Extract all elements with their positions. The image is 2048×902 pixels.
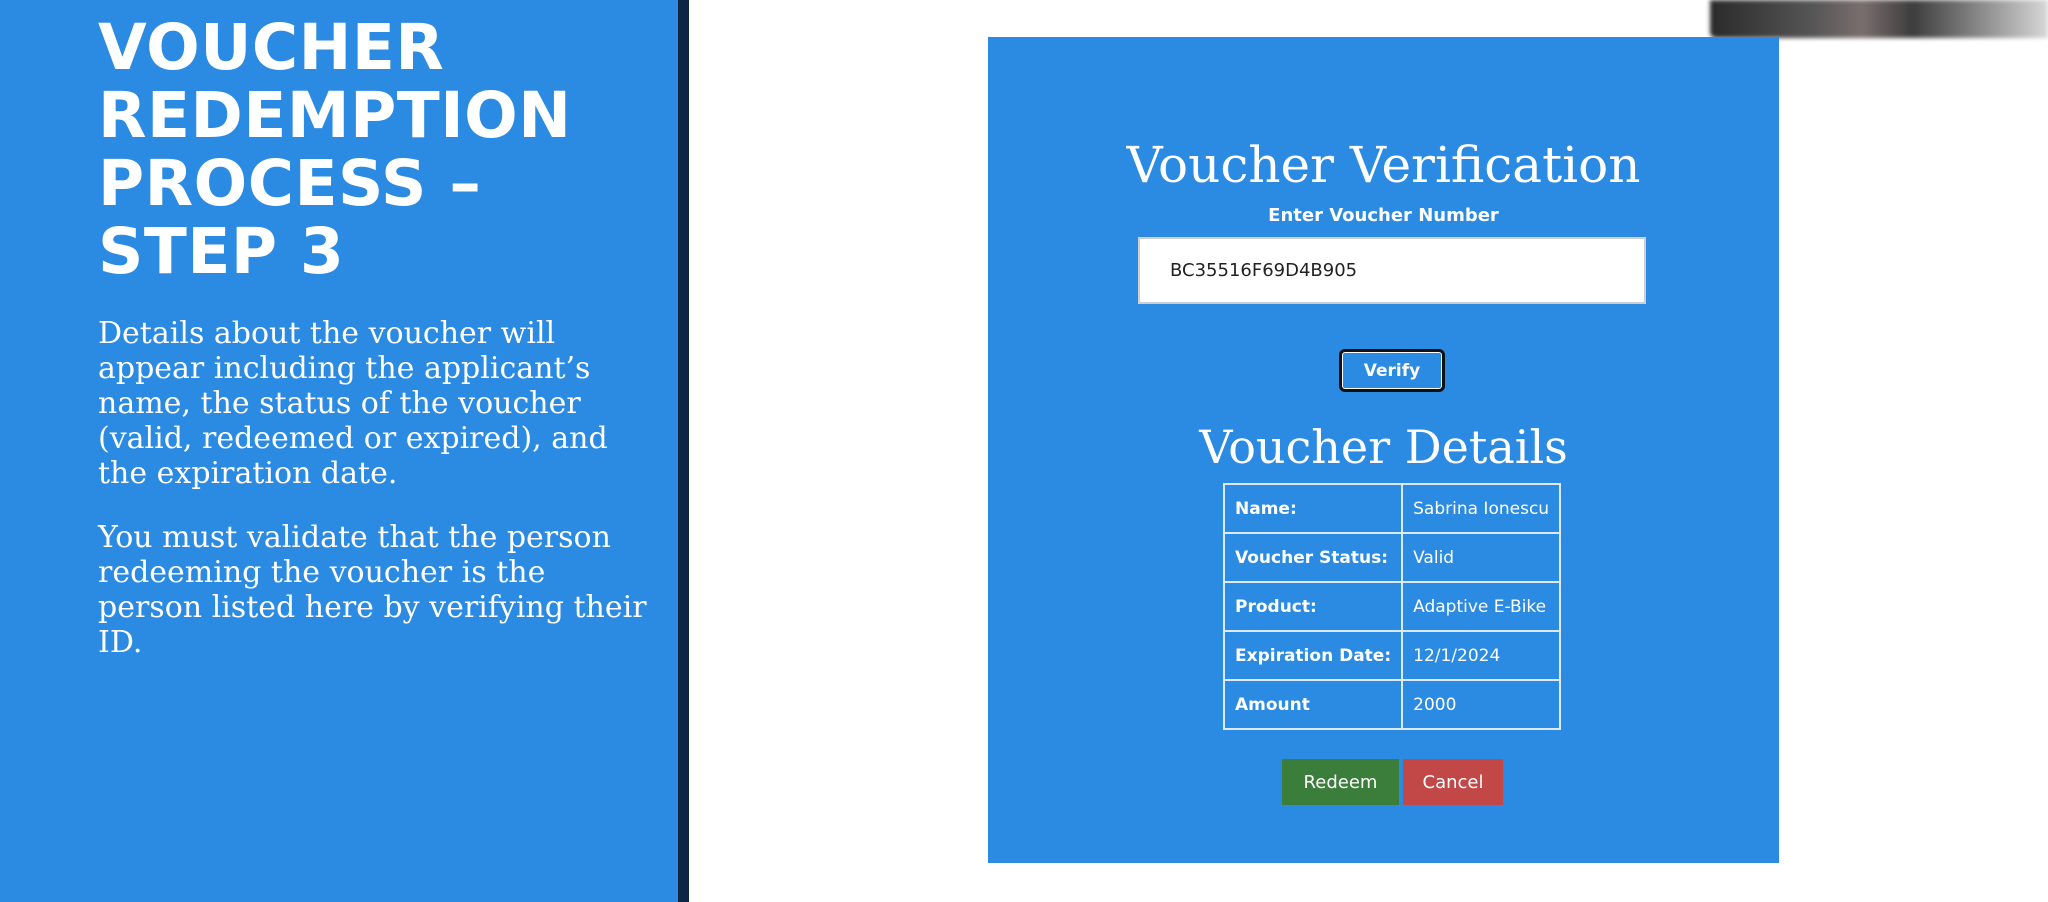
left-text-panel: VOUCHER REDEMPTION PROCESS – STEP 3 Deta… xyxy=(0,0,678,902)
detail-key: Expiration Date: xyxy=(1222,630,1404,681)
slide: VOUCHER REDEMPTION PROCESS – STEP 3 Deta… xyxy=(0,0,2048,902)
redeem-button[interactable]: Redeem xyxy=(1282,759,1399,805)
table-row: Voucher Status: Valid xyxy=(1222,532,1562,583)
voucher-app-panel: Voucher Verification Enter Voucher Numbe… xyxy=(988,37,1779,863)
panel-divider xyxy=(678,0,689,902)
app-title: Voucher Verification xyxy=(1126,136,1641,194)
cancel-button[interactable]: Cancel xyxy=(1403,759,1503,805)
voucher-number-input[interactable] xyxy=(1138,237,1646,304)
verify-button[interactable]: Verify xyxy=(1339,349,1445,392)
slide-title-line: VOUCHER xyxy=(98,11,445,84)
slide-paragraph: You must validate that the person redeem… xyxy=(98,520,647,660)
voucher-details-title: Voucher Details xyxy=(1199,420,1568,474)
table-row: Name: Sabrina Ionescu xyxy=(1222,483,1562,534)
slide-title-line: REDEMPTION xyxy=(98,79,572,152)
detail-value: 12/1/2024 xyxy=(1401,630,1562,681)
detail-key: Product: xyxy=(1222,581,1404,632)
detail-value: Adaptive E-Bike xyxy=(1401,581,1562,632)
detail-value: 2000 xyxy=(1401,679,1562,730)
table-row: Amount 2000 xyxy=(1222,679,1562,730)
detail-key: Voucher Status: xyxy=(1222,532,1404,583)
slide-title-line: STEP 3 xyxy=(98,215,345,288)
detail-key: Name: xyxy=(1222,483,1404,534)
slide-paragraph: Details about the voucher will appear in… xyxy=(98,316,608,491)
slide-body: Details about the voucher will appear in… xyxy=(98,316,658,689)
table-row: Expiration Date: 12/1/2024 xyxy=(1222,630,1562,681)
detail-value: Valid xyxy=(1401,532,1562,583)
detail-key: Amount xyxy=(1222,679,1404,730)
table-row: Product: Adaptive E-Bike xyxy=(1222,581,1562,632)
slide-title: VOUCHER REDEMPTION PROCESS – STEP 3 xyxy=(98,14,658,286)
detail-value: Sabrina Ionescu xyxy=(1401,483,1562,534)
voucher-details-table: Name: Sabrina Ionescu Voucher Status: Va… xyxy=(1222,483,1562,730)
blurred-corner-image xyxy=(1710,0,2048,38)
voucher-input-label: Enter Voucher Number xyxy=(1268,205,1499,226)
slide-title-line: PROCESS – xyxy=(98,147,482,220)
